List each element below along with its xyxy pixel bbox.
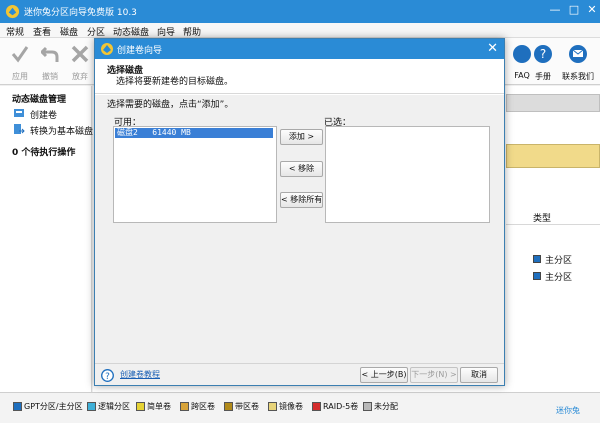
maximize-icon[interactable]: □ xyxy=(567,3,581,17)
sidebar-item-create-volume[interactable]: 创建卷 xyxy=(30,108,57,121)
manual-label: 手册 xyxy=(535,72,551,81)
dialog-header: 选择磁盘 选择将要新建卷的目标磁盘。 xyxy=(95,59,504,94)
app-logo-icon xyxy=(5,4,20,19)
legend-item: 跨区卷 xyxy=(180,401,215,412)
discard-icon xyxy=(71,45,89,63)
convert-disk-icon xyxy=(14,124,25,134)
legend-item: 简单卷 xyxy=(136,401,171,412)
column-header-type-cell: 类型 xyxy=(506,207,600,225)
row-type: 主分区 xyxy=(545,273,573,283)
discard-label: 放弃 xyxy=(72,72,88,81)
sidebar-section-title: 动态磁盘管理 xyxy=(12,95,67,105)
tutorial-link[interactable]: 创建卷教程 xyxy=(120,369,160,380)
legend-bar: GPT分区/主分区 逻辑分区 简单卷 跨区卷 带区卷 镜像卷 RAID-5卷 未… xyxy=(0,392,600,423)
sidebar-item-convert-basic[interactable]: 转换为基本磁盘 xyxy=(30,124,93,137)
menu-help[interactable]: 帮助 xyxy=(183,25,201,38)
legend-item: 未分配 xyxy=(363,401,398,412)
column-header-type: 类型 xyxy=(533,214,552,224)
remove-all-button[interactable]: < 移除所有 xyxy=(280,192,323,208)
disk-map-bar-1[interactable] xyxy=(506,94,600,112)
check-icon xyxy=(11,46,29,63)
dialog-titlebar: 创建卷向导 ✕ xyxy=(95,39,504,59)
legend-item: 逻辑分区 xyxy=(87,401,130,412)
brand-logo: 迷你兔 xyxy=(556,406,580,415)
dialog-body: 选择需要的磁盘，点击“添加”。 可用： 已选： 磁盘2 61440 MB 添加 … xyxy=(95,95,504,365)
minimize-icon[interactable]: — xyxy=(548,3,562,17)
table-row[interactable]: 主分区 xyxy=(533,270,593,283)
selected-disk-list[interactable] xyxy=(325,126,490,223)
back-button[interactable]: < 上一步(B) xyxy=(360,367,408,383)
create-volume-icon xyxy=(14,109,24,117)
wizard-icon xyxy=(101,43,113,55)
legend-item: 镜像卷 xyxy=(268,401,303,412)
menu-partition[interactable]: 分区 xyxy=(87,25,105,38)
close-icon[interactable]: ✕ xyxy=(585,3,599,17)
menu-general[interactable]: 常规 xyxy=(6,25,24,38)
row-type: 主分区 xyxy=(545,256,573,266)
add-button[interactable]: 添加 > xyxy=(280,129,323,145)
legend-item: 带区卷 xyxy=(224,401,259,412)
svg-text:?: ? xyxy=(540,47,546,61)
remove-button[interactable]: < 移除 xyxy=(280,161,323,177)
list-item[interactable]: 磁盘2 61440 MB xyxy=(115,128,273,138)
legend-item: RAID-5卷 xyxy=(312,401,358,412)
dialog-close-icon[interactable]: ✕ xyxy=(487,41,498,56)
menu-disk[interactable]: 磁盘 xyxy=(60,25,78,38)
legend-item: GPT分区/主分区 xyxy=(13,401,83,412)
contact-label: 联系我们 xyxy=(562,72,594,81)
instruction-text: 选择需要的磁盘，点击“添加”。 xyxy=(107,100,234,110)
sidebar: 动态磁盘管理 创建卷 转换为基本磁盘 0 个待执行操作 xyxy=(0,86,93,392)
discard-button[interactable]: 放弃 xyxy=(62,42,98,82)
pending-operations: 0 个待执行操作 xyxy=(12,148,76,158)
menu-dynamic-disk[interactable]: 动态磁盘 xyxy=(113,25,149,38)
cancel-button[interactable]: 取消 xyxy=(460,367,498,383)
app-titlebar: 迷你兔分区向导免费版 10.3 — □ ✕ xyxy=(0,0,600,23)
mail-icon xyxy=(569,45,587,63)
table-row[interactable]: 主分区 xyxy=(533,253,593,266)
create-volume-dialog: 创建卷向导 ✕ 选择磁盘 选择将要新建卷的目标磁盘。 选择需要的磁盘，点击“添加… xyxy=(94,38,505,386)
menu-wizard[interactable]: 向导 xyxy=(157,25,175,38)
next-button[interactable]: 下一步(N) > xyxy=(410,367,458,383)
menu-bar: 常规 查看 磁盘 分区 动态磁盘 向导 帮助 xyxy=(0,23,600,38)
available-disk-list[interactable]: 磁盘2 61440 MB xyxy=(113,126,277,223)
manual-button[interactable]: ? 手册 xyxy=(525,42,561,82)
help-circle-icon: ? xyxy=(101,369,114,382)
disk-map-bar-2[interactable] xyxy=(506,144,600,168)
menu-view[interactable]: 查看 xyxy=(33,25,51,38)
dialog-footer: ? 创建卷教程 < 上一步(B) 下一步(N) > 取消 xyxy=(95,363,504,385)
help-icon: ? xyxy=(534,45,552,63)
app-title: 迷你兔分区向导免费版 10.3 xyxy=(24,8,137,18)
contact-button[interactable]: 联系我们 xyxy=(560,42,596,82)
undo-icon xyxy=(41,46,59,62)
dialog-subheading: 选择将要新建卷的目标磁盘。 xyxy=(116,77,234,87)
svg-text:?: ? xyxy=(105,372,110,382)
dialog-title: 创建卷向导 xyxy=(117,46,163,56)
